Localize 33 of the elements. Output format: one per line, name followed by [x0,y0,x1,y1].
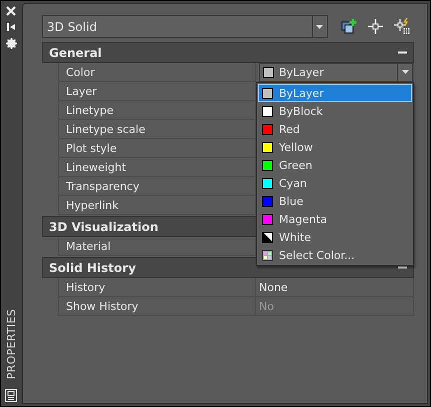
color-menu-item[interactable]: Cyan [258,174,412,192]
property-label: Transparency [58,177,256,196]
property-label: Lineweight [58,158,256,177]
color-menu-item[interactable]: Green [258,156,412,174]
color-picker-icon [262,250,273,260]
property-label: Material [58,237,256,256]
color-swatch [263,66,274,78]
property-label: Hyperlink [58,196,256,215]
dropdown-caret-icon[interactable] [402,70,408,74]
dropdown-value: ByLayer [279,66,325,78]
property-label: Plot style [58,139,256,158]
property-value[interactable]: None [256,278,414,297]
property-label: Color [58,63,256,82]
property-label: Linetype scale [58,120,256,139]
color-menu-item[interactable]: Blue [258,192,412,210]
color-menu-item[interactable]: Red [258,120,412,138]
color-swatch-icon [262,232,273,242]
color-menu-item[interactable]: ByLayer [258,84,412,102]
property-label: Show History [58,297,256,316]
palette-title: PROPERTIES [4,308,18,379]
property-label: History [58,278,256,297]
section-header[interactable]: General [42,42,414,63]
dropdown-caret-icon[interactable] [316,24,323,28]
close-icon[interactable] [6,6,16,16]
object-type-dropdown[interactable]: 3D Solid [42,15,328,38]
color-dropdown[interactable]: ByLayer [259,62,413,82]
settings-icon[interactable] [6,38,16,49]
property-label: Layer [58,82,256,101]
color-menu-item[interactable]: ByBlock [258,102,412,120]
color-menu-item[interactable]: Yellow [258,138,412,156]
auto-hide-icon[interactable] [6,22,16,32]
property-label: Linetype [58,101,256,120]
properties-icon[interactable] [5,389,17,402]
